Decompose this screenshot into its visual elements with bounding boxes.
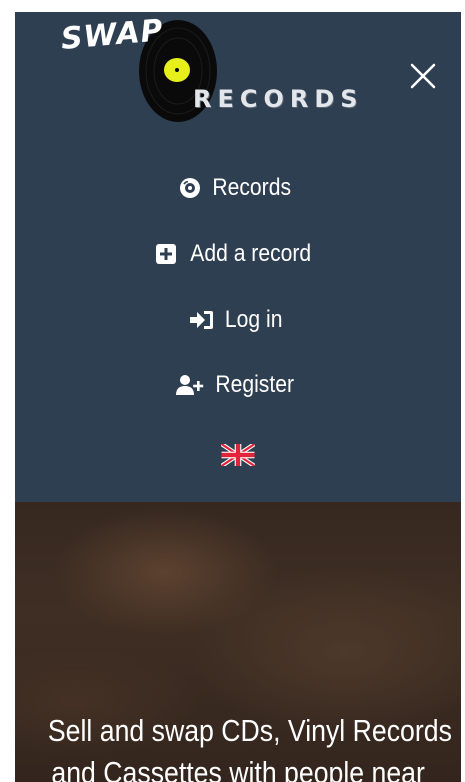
nav-item-label: Register [215, 371, 295, 398]
close-icon [410, 63, 436, 89]
vinyl-icon [179, 177, 201, 199]
user-plus-icon [176, 374, 204, 396]
nav-item-label: Records [212, 174, 292, 201]
nav-item-register[interactable]: Register [15, 365, 461, 405]
uk-flag-icon [221, 444, 255, 466]
site-logo[interactable]: SWAP RECORDS [15, 12, 461, 132]
language-switcher[interactable] [15, 435, 461, 475]
close-menu-button[interactable] [403, 56, 443, 96]
nav-item-label: Log in [225, 306, 283, 333]
nav-item-records[interactable]: Records [15, 168, 461, 208]
sign-in-icon [189, 309, 215, 331]
logo-word-records: RECORDS [193, 85, 364, 113]
nav-item-add-record[interactable]: Add a record [15, 234, 461, 274]
hero-title-line-2: and Cassettes with people near [51, 755, 425, 782]
mobile-nav-menu: SWAP RECORDS Records Add a record Log in… [15, 12, 461, 502]
plus-square-icon [156, 244, 177, 264]
hero-title-line-1: Sell and swap CDs, Vinyl Records [47, 713, 452, 748]
nav-item-label: Add a record [190, 240, 312, 267]
hero-title: Sell and swap CDs, Vinyl Records and Cas… [15, 710, 461, 782]
nav-item-log-in[interactable]: Log in [15, 300, 461, 340]
app-viewport: SWAP RECORDS Records Add a record Log in… [15, 12, 461, 782]
hero-banner: Sell and swap CDs, Vinyl Records and Cas… [15, 502, 461, 782]
